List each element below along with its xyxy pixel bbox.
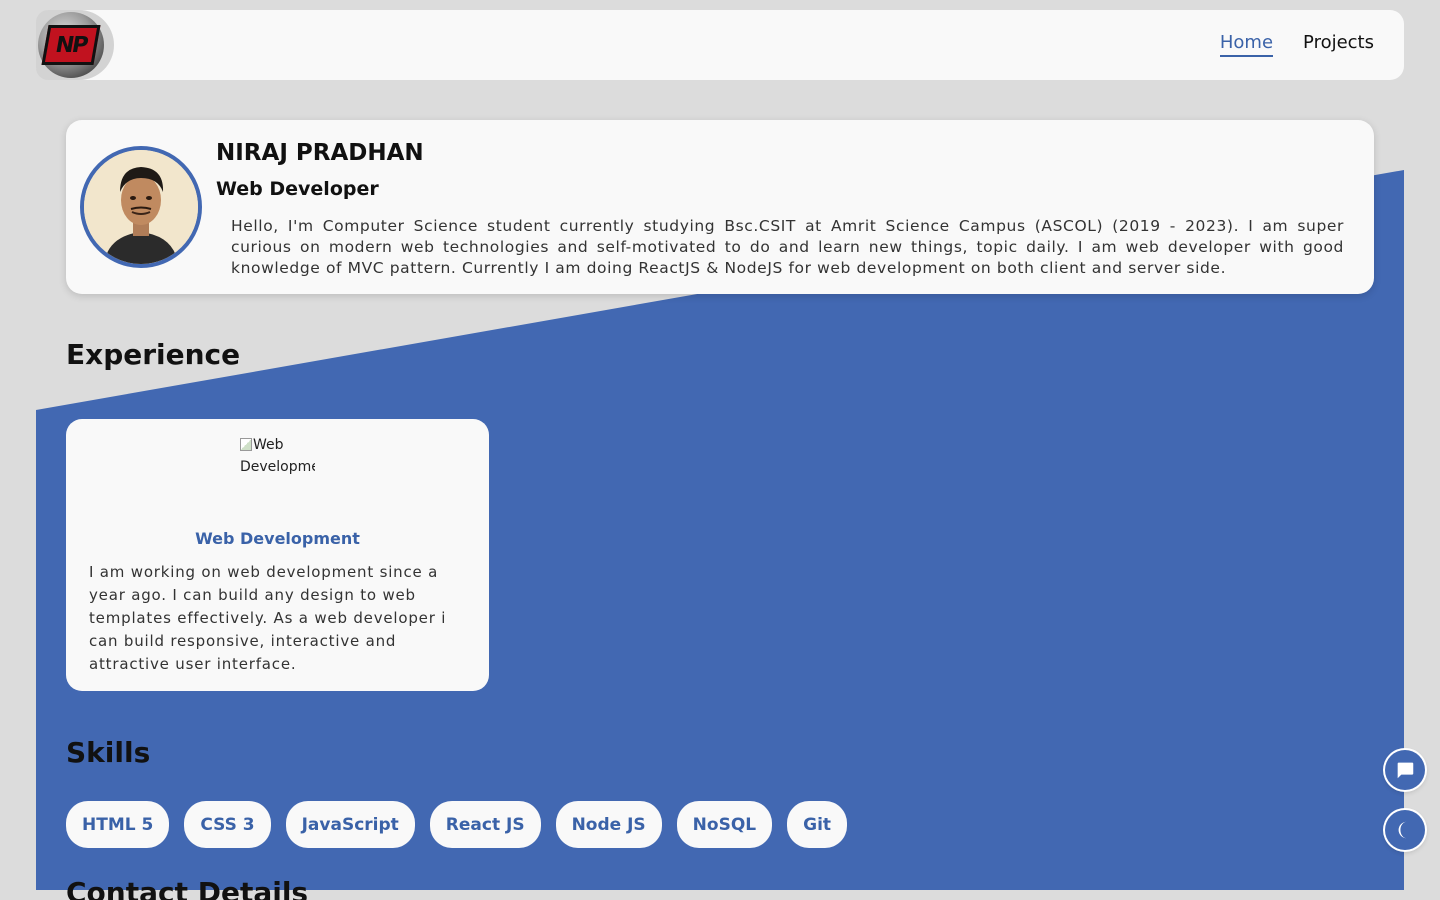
nav-link-home[interactable]: Home: [1219, 32, 1274, 57]
nav-links: Home Projects: [1219, 32, 1374, 57]
skill-tag: HTML 5: [66, 801, 170, 848]
avatar: [80, 146, 202, 268]
chat-icon: [1397, 762, 1414, 779]
contact-title: Contact Details: [66, 876, 309, 900]
profile-card: NIRAJ PRADHAN Web Developer Hello, I'm C…: [66, 120, 1374, 294]
experience-heading: Web Development: [195, 529, 360, 548]
avatar-portrait-icon: [84, 150, 198, 264]
skill-tag: React JS: [429, 801, 541, 848]
skill-tag: Node JS: [555, 801, 662, 848]
skills-list: HTML 5 CSS 3 JavaScript React JS Node JS…: [66, 801, 848, 848]
skills-title: Skills: [66, 736, 151, 769]
navbar: NP Home Projects: [36, 10, 1404, 80]
broken-image-icon: [240, 438, 252, 451]
chat-button[interactable]: [1385, 750, 1425, 790]
theme-toggle-button[interactable]: [1385, 810, 1425, 850]
site-logo[interactable]: NP: [38, 12, 104, 78]
skill-tag: NoSQL: [676, 801, 773, 848]
experience-description: I am working on web development since a …: [89, 563, 447, 673]
experience-card: Web Development Web Development I am wor…: [66, 419, 489, 691]
logo-text: NP: [41, 25, 101, 65]
skill-tag: Git: [787, 801, 848, 848]
profile-role: Web Developer: [216, 178, 379, 200]
profile-bio: Hello, I'm Computer Science student curr…: [231, 217, 1344, 277]
skill-tag: CSS 3: [184, 801, 271, 848]
experience-title: Experience: [66, 338, 241, 371]
skill-tag: JavaScript: [285, 801, 415, 848]
profile-name: NIRAJ PRADHAN: [216, 140, 424, 166]
logo-container[interactable]: NP: [36, 10, 114, 80]
experience-image: Web Development: [240, 434, 315, 494]
moon-icon: [1398, 821, 1407, 839]
nav-link-projects[interactable]: Projects: [1303, 32, 1374, 57]
